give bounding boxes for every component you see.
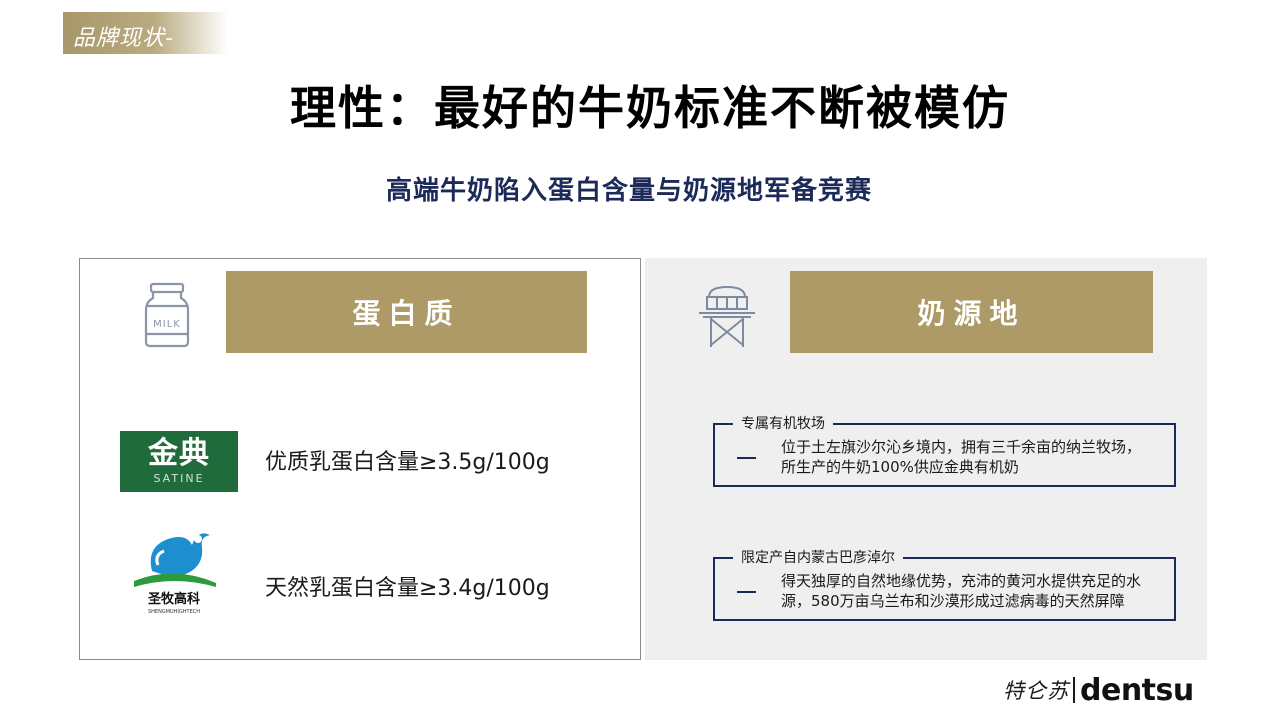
svg-text:MILK: MILK [153, 319, 181, 330]
shengmu-logo: 圣牧高科 SHENGMUHIGHTECH [134, 533, 216, 615]
info-box-text: 位于土左旗沙尔沁乡境内，拥有三千余亩的纳兰牧场，所生产的牛奶100%供应金典有机… [781, 438, 1142, 476]
satine-logo: 金典 SATINE [120, 431, 238, 492]
protein-header: 蛋白质 [226, 271, 587, 353]
dash-marker [737, 457, 756, 459]
dash-marker [737, 591, 756, 593]
milk-source-header: 奶源地 [790, 271, 1153, 353]
page-title: 理性：最好的牛奶标准不断被模仿 [290, 81, 1010, 135]
satine-logo-en: SATINE [153, 472, 205, 485]
info-box-text: 得天独厚的自然地缘优势，充沛的黄河水提供充足的水源，580万亩乌兰布和沙漠形成过… [781, 572, 1142, 610]
protein-text-shengmu: 天然乳蛋白含量≥3.4g/100g [265, 576, 550, 601]
protein-text-satine: 优质乳蛋白含量≥3.5g/100g [265, 450, 550, 475]
satine-logo-cn: 金典 [148, 436, 210, 471]
info-box-organic-ranch: 专属有机牧场 位于土左旗沙尔沁乡境内，拥有三千余亩的纳兰牧场，所生产的牛奶100… [713, 413, 1176, 487]
footer-logo: 特仑苏 dentsu [1003, 670, 1194, 710]
watchtower-icon [699, 285, 755, 347]
logo-divider [1073, 677, 1075, 703]
shengmu-logo-cn: 圣牧高科 [148, 591, 200, 607]
info-box-label: 专属有机牧场 [733, 413, 833, 433]
milk-bottle-icon: MILK [144, 282, 190, 348]
section-tag-label: 品牌现状- [73, 26, 174, 51]
dentsu-logo: dentsu [1080, 672, 1194, 708]
info-box-label: 限定产自内蒙古巴彦淖尔 [733, 547, 903, 567]
page-subtitle: 高端牛奶陷入蛋白含量与奶源地军备竞赛 [385, 176, 872, 206]
section-tag: 品牌现状- [63, 12, 228, 54]
info-box-bayannur: 限定产自内蒙古巴彦淖尔 得天独厚的自然地缘优势，充沛的黄河水提供充足的水源，58… [713, 547, 1176, 621]
telunsu-logo: 特仑苏 [1003, 679, 1069, 703]
shengmu-logo-en: SHENGMUHIGHTECH [148, 609, 200, 615]
